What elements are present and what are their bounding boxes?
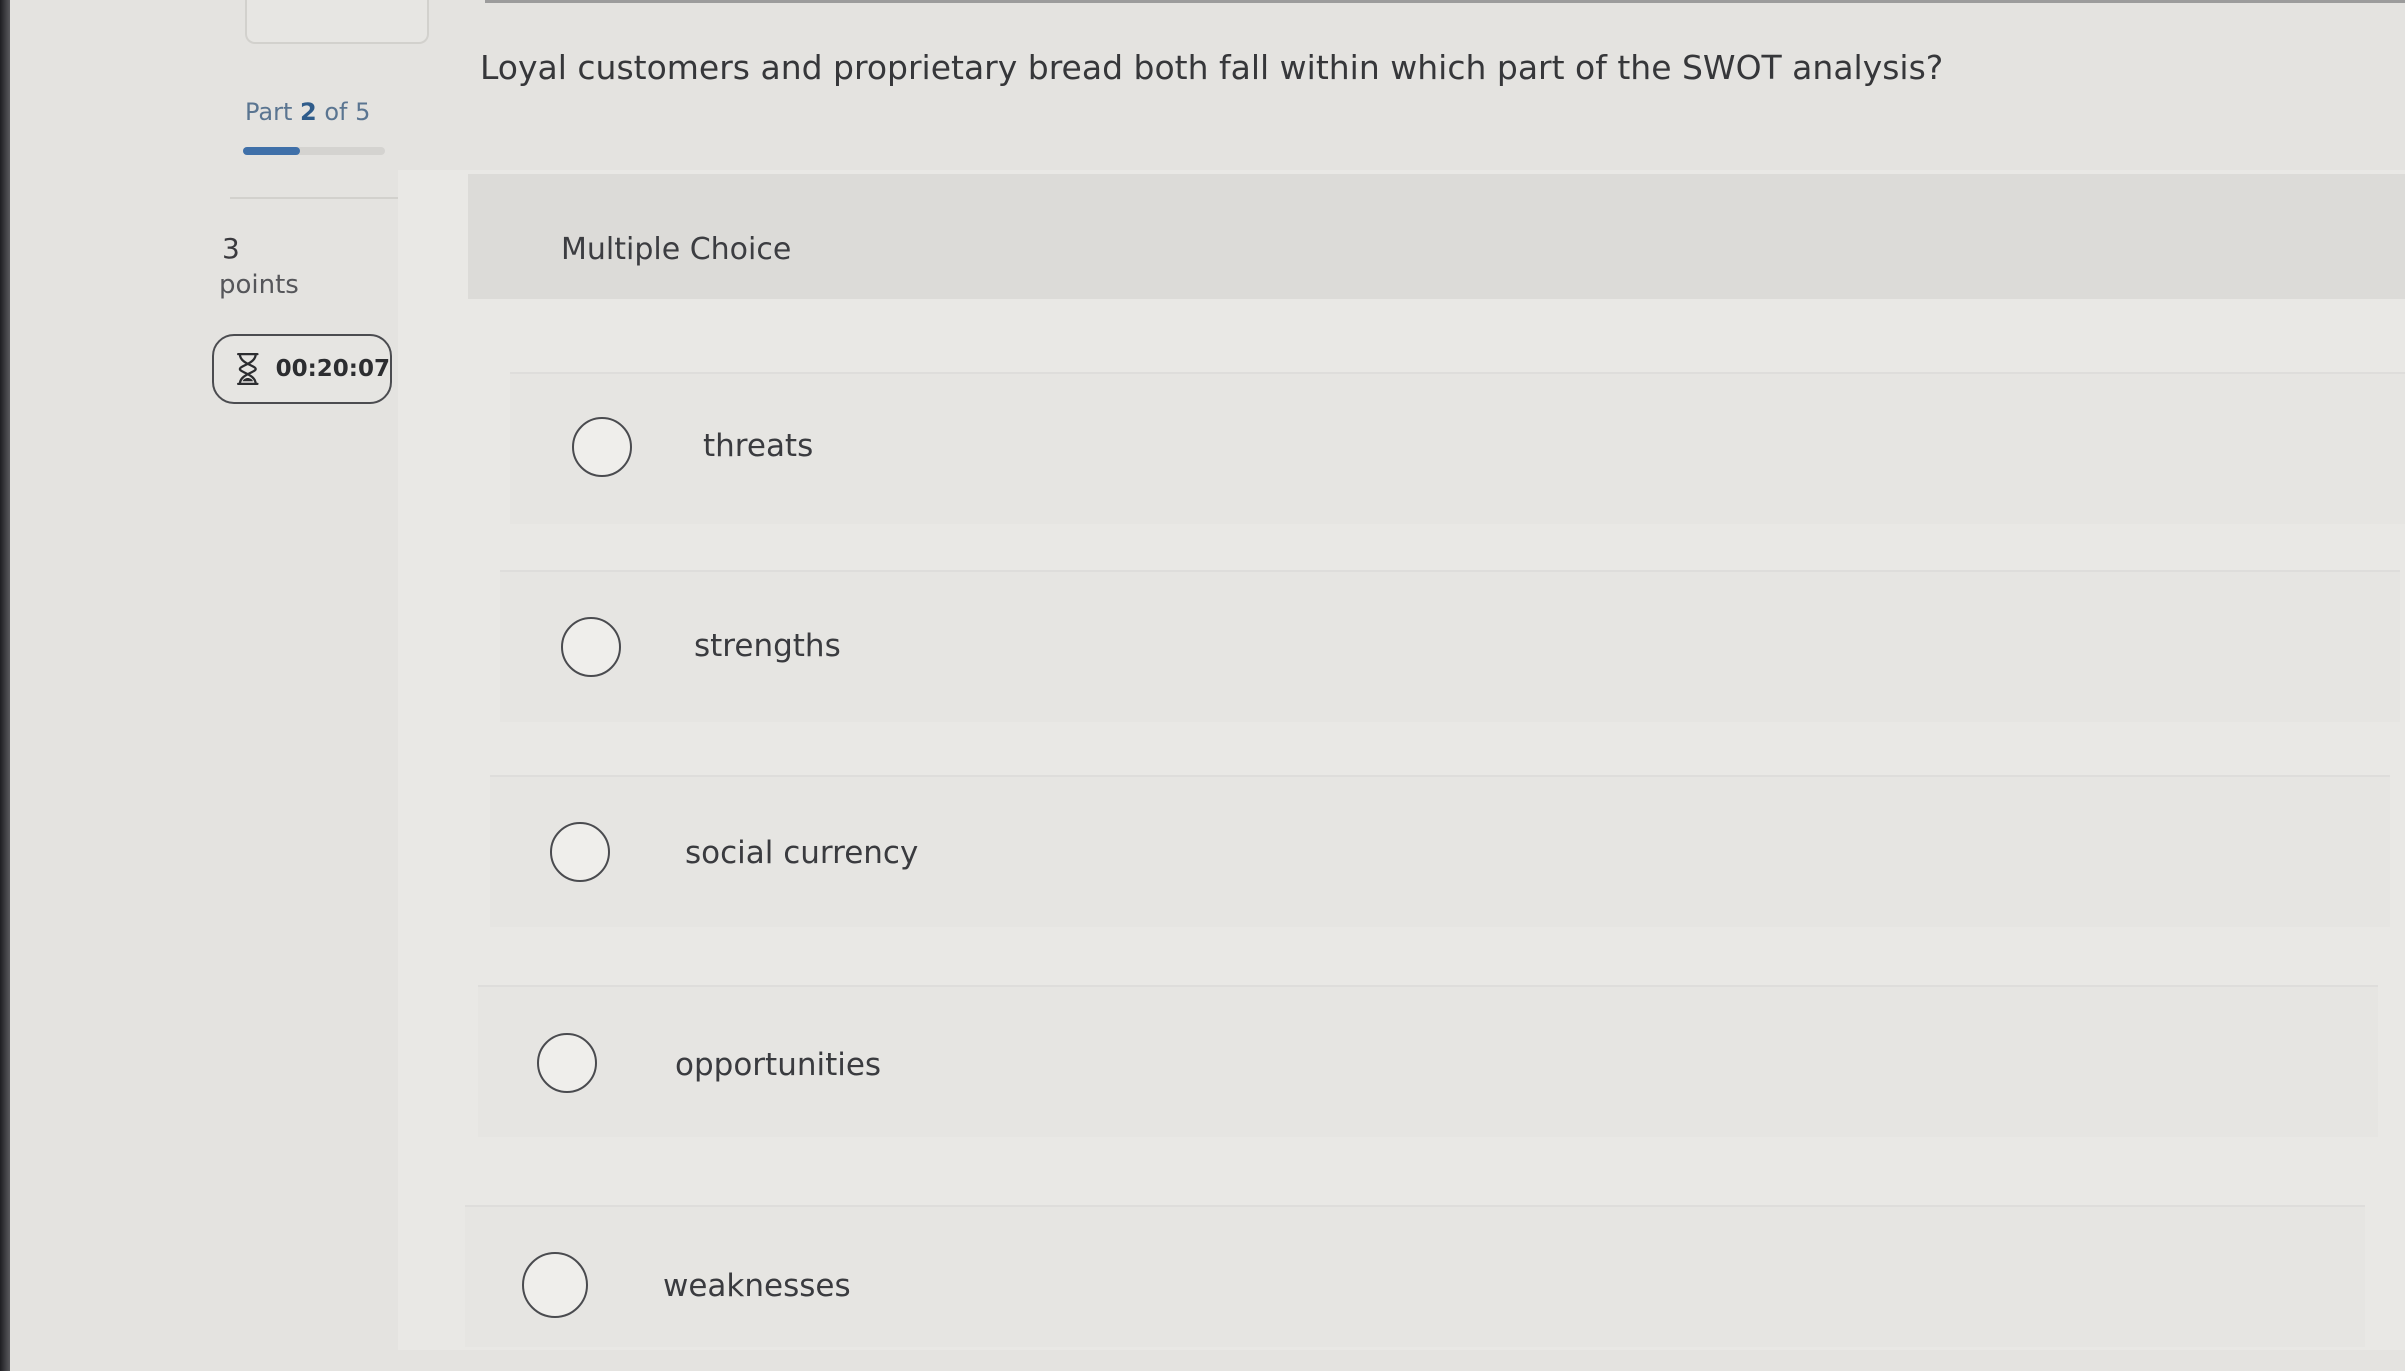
radio-button[interactable]: [550, 822, 610, 882]
question-text: Loyal customers and proprietary bread bo…: [480, 48, 1944, 87]
radio-button[interactable]: [522, 1252, 588, 1318]
part-progress-bar: [243, 147, 385, 155]
answer-label[interactable]: opportunities: [675, 1047, 881, 1083]
question-type-label: Multiple Choice: [561, 232, 792, 267]
part-progress-fill: [243, 147, 300, 155]
part-indicator: Part 2 of 5: [245, 98, 370, 126]
answer-label[interactable]: threats: [703, 428, 813, 464]
points-value: 3: [222, 232, 240, 265]
answer-label[interactable]: weaknesses: [663, 1268, 851, 1304]
hourglass-icon: [236, 352, 259, 386]
part-prefix: Part: [245, 98, 293, 126]
sidebar-divider: [230, 197, 425, 199]
radio-button[interactable]: [561, 617, 621, 677]
screen-edge: [0, 0, 10, 1371]
part-current: 2: [300, 98, 317, 126]
radio-button[interactable]: [572, 417, 632, 477]
points-label: points: [219, 270, 299, 300]
answer-label[interactable]: social currency: [685, 835, 918, 871]
previous-nav-tab[interactable]: [245, 0, 429, 44]
header-divider: [485, 0, 2405, 3]
timer-badge[interactable]: 00:20:07: [212, 334, 392, 404]
answer-label[interactable]: strengths: [694, 628, 841, 664]
timer-text: 00:20:07: [275, 356, 390, 382]
part-total: of 5: [324, 98, 371, 126]
radio-button[interactable]: [537, 1033, 597, 1093]
question-panel: [398, 170, 2405, 1350]
